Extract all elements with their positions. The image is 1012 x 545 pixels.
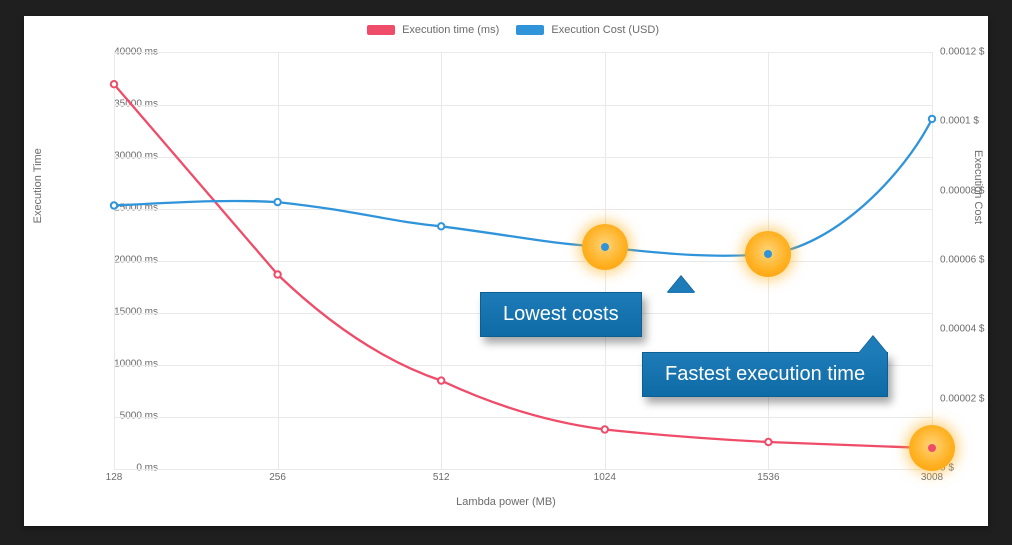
line-execution-cost [114,119,932,256]
legend-swatch-time [367,25,395,35]
ytick-right: 0.00004 $ [940,324,1010,335]
xtick: 3008 [921,472,943,483]
y-axis-right-label: Execution Cost [972,150,984,224]
chart-svg [114,53,932,469]
y-axis-left-label: Execution Time [32,148,44,223]
xtick: 256 [269,472,286,483]
ytick-right: 0.0001 $ [940,116,1010,127]
xtick: 128 [106,472,123,483]
callout-fastest-text: Fastest execution time [665,363,865,385]
x-axis-label: Lambda power (MB) [24,496,988,508]
legend: Execution time (ms) Execution Cost (USD) [24,24,988,36]
callout-fastest: Fastest execution time [642,352,888,397]
ytick-right: 0.00012 $ [940,47,1010,58]
legend-label-cost: Execution Cost (USD) [551,24,659,36]
chart-card: Execution time (ms) Execution Cost (USD)… [24,16,988,526]
xtick: 512 [433,472,450,483]
highlight-fastest-3008 [909,425,955,471]
ytick-right: 0.00002 $ [940,393,1010,404]
callout-lowest-costs: Lowest costs [480,292,642,337]
plot-area [114,52,933,469]
xtick: 1536 [757,472,779,483]
xtick: 1024 [594,472,616,483]
ytick-right: 0.00006 $ [940,255,1010,266]
legend-swatch-cost [516,25,544,35]
ytick-right: 0 $ [940,463,1010,474]
legend-label-time: Execution time (ms) [402,24,499,36]
highlight-lowest-cost-1536 [745,231,791,277]
highlight-lowest-cost-1024 [582,224,628,270]
callout-lowest-costs-text: Lowest costs [503,303,619,325]
